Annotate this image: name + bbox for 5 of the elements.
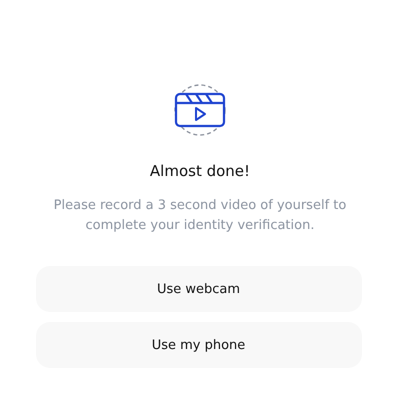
option-button[interactable]: Use my phone <box>36 322 362 368</box>
option-button[interactable]: Use webcam <box>36 266 362 312</box>
description: Please record a 3 second video of yourself to complete your identity verification. <box>52 197 348 235</box>
title: Almost done! <box>150 162 250 180</box>
video-icon <box>172 84 228 136</box>
